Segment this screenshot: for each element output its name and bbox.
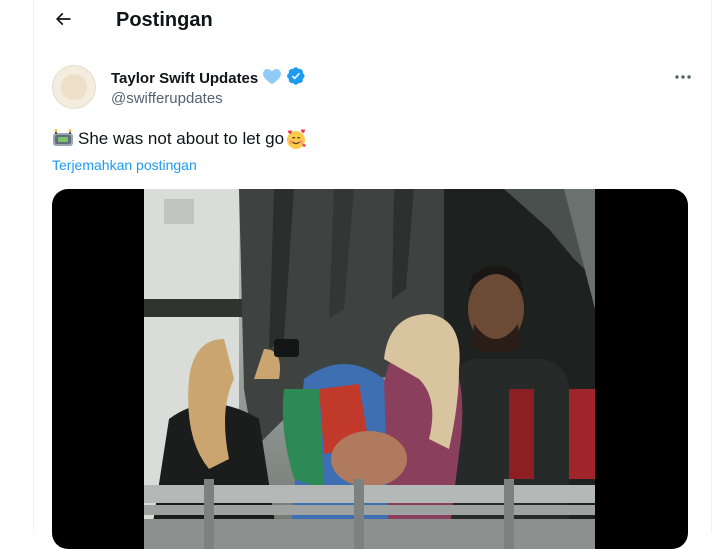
author-name-row: Taylor Swift Updates <box>111 66 306 91</box>
light-blue-heart-icon <box>262 67 282 90</box>
page-header: Postingan <box>34 0 711 44</box>
page-title: Postingan <box>116 9 213 31</box>
more-horizontal-icon <box>674 67 692 85</box>
author-handle[interactable]: @swifferupdates <box>111 90 223 107</box>
video-player[interactable] <box>52 189 688 549</box>
post-text-content: She was not about to let go <box>78 129 285 148</box>
avatar-image <box>61 74 87 100</box>
video-frame <box>144 189 595 549</box>
display-name[interactable]: Taylor Swift Updates <box>111 70 258 87</box>
post-text: She was not about to let go <box>52 128 307 150</box>
verified-badge-icon[interactable] <box>286 66 306 91</box>
back-button[interactable] <box>46 4 80 38</box>
avatar[interactable] <box>52 65 96 109</box>
arrow-left-icon <box>53 9 73 34</box>
smiling-face-with-hearts-icon <box>285 128 307 150</box>
stadium-icon <box>52 129 74 149</box>
translate-post-link[interactable]: Terjemahkan postingan <box>52 157 197 173</box>
more-options-button[interactable] <box>671 66 695 86</box>
main-column: Postingan Taylor Swift Updates @swifferu… <box>33 0 712 549</box>
